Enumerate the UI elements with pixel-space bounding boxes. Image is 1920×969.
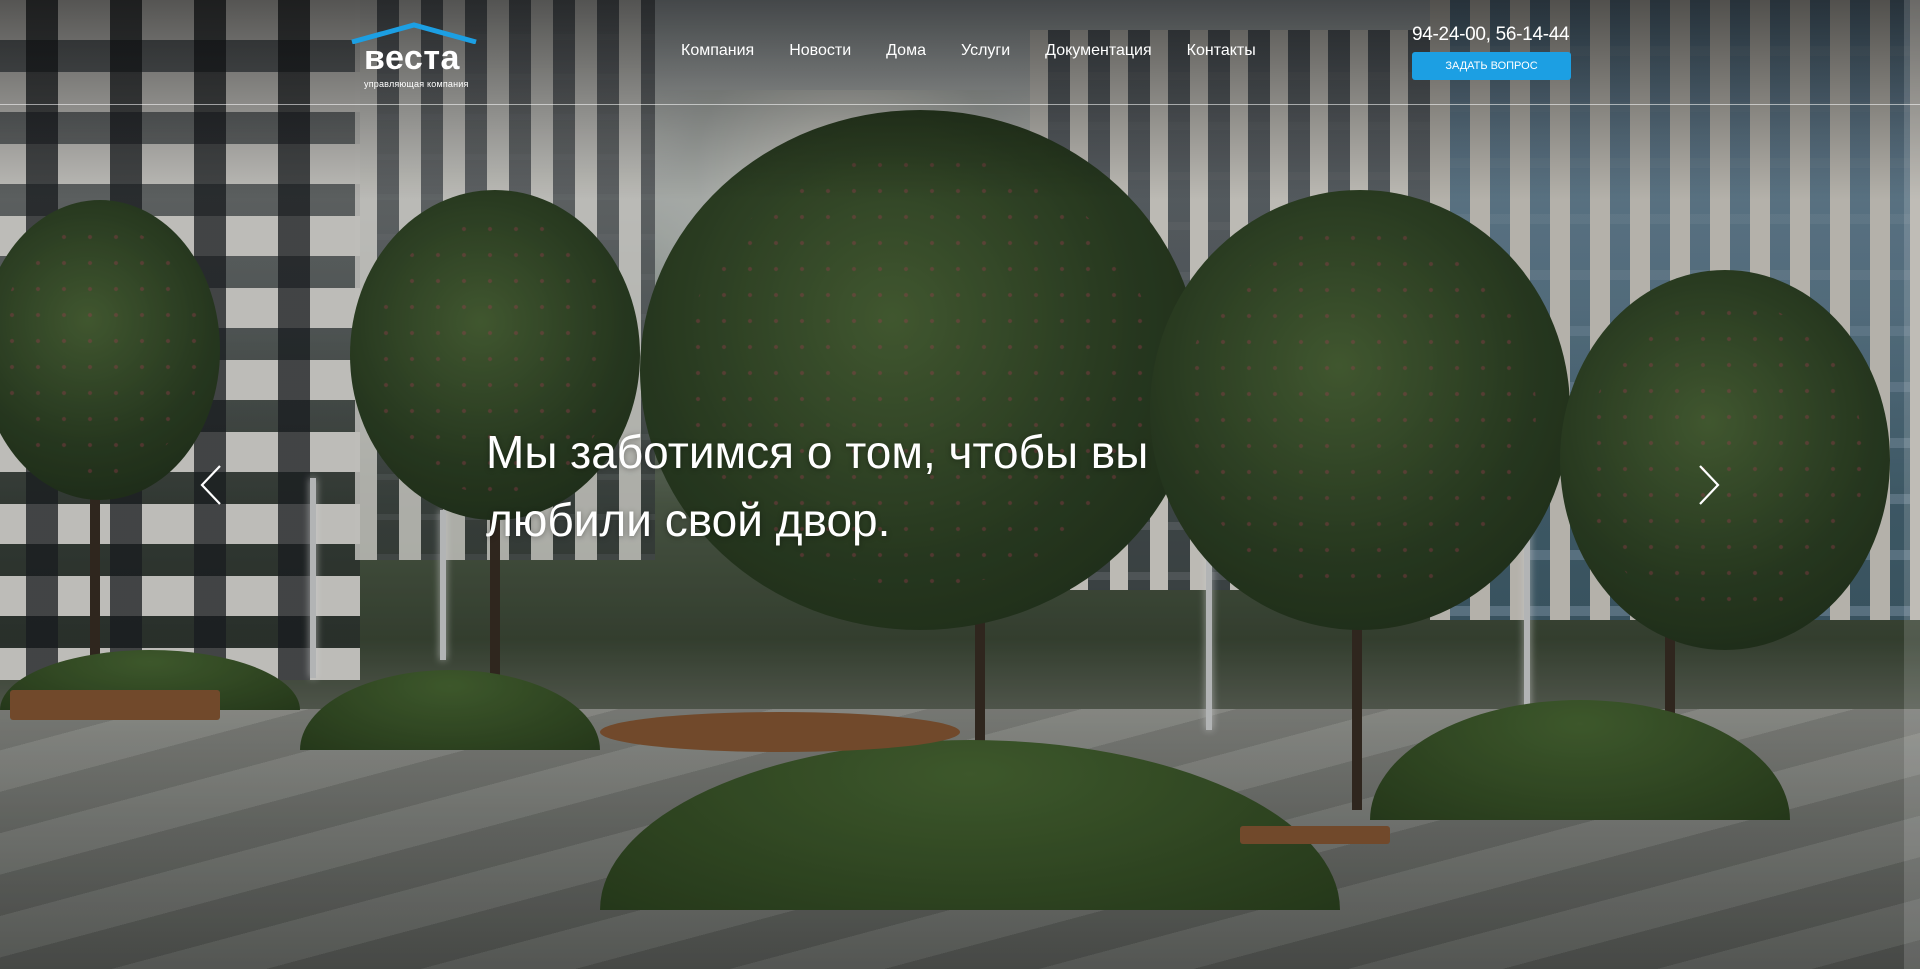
contact-block: 94-24-00, 56-14-44 ЗАДАТЬ ВОПРОС: [1412, 24, 1572, 80]
site-header: веста управляющая компания Компания Ново…: [0, 0, 1920, 105]
slider-prev-button[interactable]: [192, 462, 232, 508]
nav-item-documentation[interactable]: Документация: [1045, 42, 1151, 60]
logo-wordmark: веста: [364, 39, 460, 77]
slide-headline: Мы заботимся о том, чтобы вы любили свой…: [486, 426, 1149, 546]
nav-item-houses[interactable]: Дома: [886, 42, 926, 60]
chevron-right-icon: [1699, 465, 1720, 505]
nav-item-contacts[interactable]: Контакты: [1187, 42, 1256, 60]
logo[interactable]: веста управляющая компания: [350, 20, 478, 89]
nav-item-services[interactable]: Услуги: [961, 42, 1010, 60]
ask-question-button[interactable]: ЗАДАТЬ ВОПРОС: [1412, 52, 1571, 80]
main-nav: Компания Новости Дома Услуги Документаци…: [681, 42, 1291, 60]
nav-item-company[interactable]: Компания: [681, 42, 754, 60]
phone-numbers[interactable]: 94-24-00, 56-14-44: [1412, 24, 1572, 46]
slide-edge: [1904, 0, 1920, 969]
logo-tagline: управляющая компания: [364, 79, 469, 89]
slider-next-button[interactable]: [1688, 462, 1728, 508]
nav-item-news[interactable]: Новости: [789, 42, 851, 60]
chevron-left-icon: [200, 465, 221, 505]
